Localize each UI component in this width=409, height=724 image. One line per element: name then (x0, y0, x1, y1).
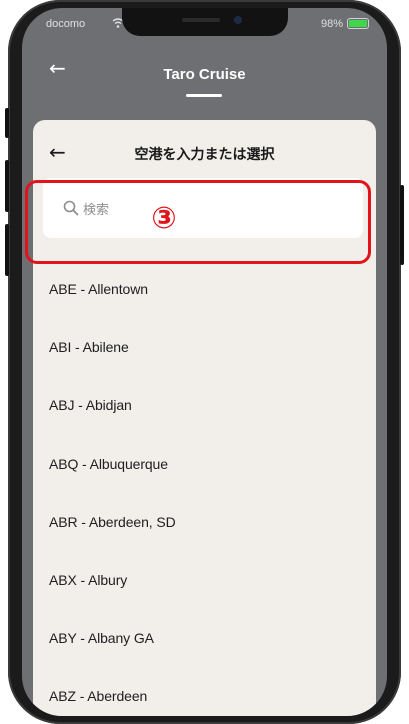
airport-item[interactable]: ABJ - Abidjan (33, 376, 376, 434)
title-underline (186, 94, 222, 97)
status-bar: docomo 98% (22, 8, 387, 42)
battery-percent: 98% (320, 18, 343, 30)
phone-screen: docomo 98% ← Taro Cruise ← 空港を入力または選択 検索… (22, 8, 387, 716)
airport-item[interactable]: ABE - Allentown (33, 260, 376, 318)
airport-item[interactable]: ABI - Abilene (33, 318, 376, 376)
sheet-title: 空港を入力または選択 (134, 147, 275, 163)
power-button (400, 185, 404, 265)
battery-level (349, 20, 367, 27)
front-camera (234, 16, 242, 24)
volume-down-button (5, 224, 9, 276)
speaker-grille (182, 18, 220, 22)
annotation-number: ③ (151, 201, 177, 236)
app-header: ← Taro Cruise (22, 42, 387, 120)
airport-item[interactable]: ABZ - Aberdeen (33, 667, 376, 716)
airport-list: ABE - Allentown ABI - Abilene ABJ - Abid… (33, 260, 376, 716)
annotation-highlight (25, 180, 371, 264)
airport-item[interactable]: ABY - Albany GA (33, 609, 376, 667)
sheet-header: ← 空港を入力または選択 (33, 120, 376, 184)
battery-icon (347, 18, 369, 29)
app-title: Taro Cruise (163, 66, 246, 83)
airport-item[interactable]: ABR - Aberdeen, SD (33, 493, 376, 551)
carrier-label: docomo (46, 18, 86, 30)
silent-switch (5, 108, 9, 138)
volume-up-button (5, 160, 9, 212)
notch (122, 8, 288, 36)
airport-item[interactable]: ABQ - Albuquerque (33, 435, 376, 493)
airport-item[interactable]: ABX - Albury (33, 551, 376, 609)
